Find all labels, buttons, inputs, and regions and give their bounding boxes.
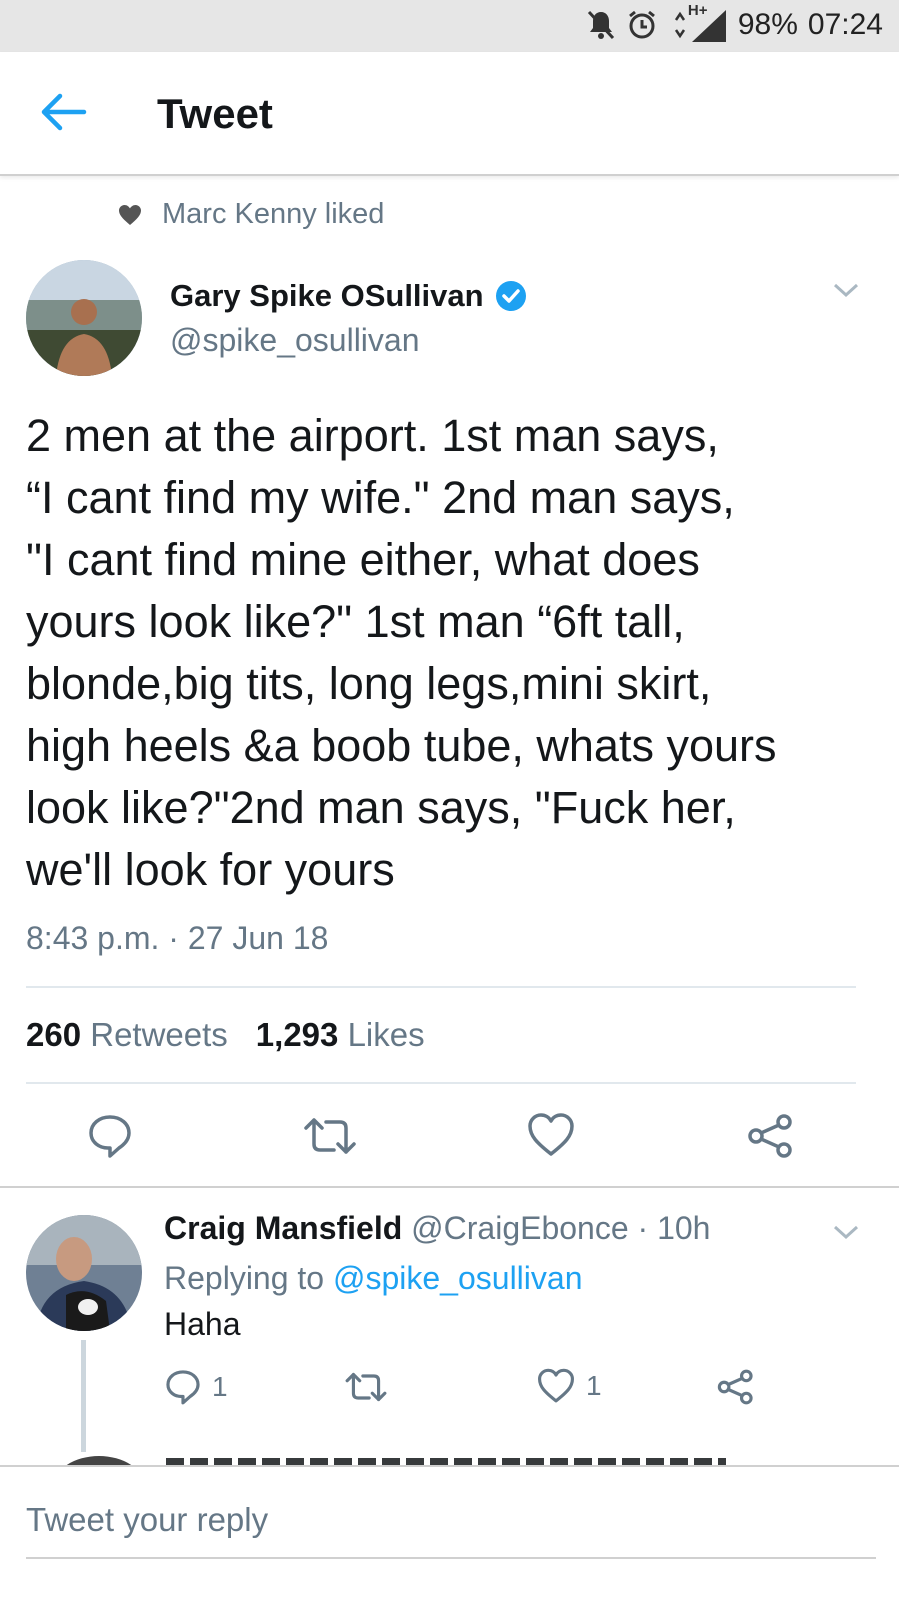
reply-header[interactable]: Craig Mansfield @CraigEbonce · 10h [164,1210,710,1247]
reply-like-button[interactable]: 1 [536,1368,602,1404]
back-button[interactable] [40,92,88,132]
status-icons: H+ 98% 07:24 [586,2,883,42]
chevron-down-icon [833,283,859,298]
clock: 07:24 [807,8,883,41]
reply-time: · 10h [637,1210,711,1246]
reply-icon [166,1370,200,1405]
retweet-button[interactable] [302,1112,362,1162]
replying-to: Replying to @spike_osullivan [164,1260,582,1297]
reply-icon [89,1115,131,1158]
tweet-timestamp: 8:43 p.m. · 27 Jun 18 [26,920,329,956]
social-context: Marc Kenny liked [118,198,384,231]
reply-share-button[interactable] [716,1368,756,1406]
reply-retweet-button[interactable] [344,1368,388,1406]
next-reply-peek [26,1452,886,1466]
reply-composer: Tweet your reply [0,1465,899,1601]
tweet-menu-button[interactable] [832,280,860,305]
reply-avatar[interactable] [26,1215,142,1331]
like-icon [538,1368,574,1403]
author-name: Gary Spike OSullivan [170,278,484,313]
app-bar: Tweet [0,52,899,176]
social-context-text: Marc Kenny liked [162,198,385,230]
replying-prefix: Replying to [164,1260,325,1296]
section-separator [0,1186,899,1188]
like-icon [528,1113,574,1156]
silent-icon [586,9,616,41]
reply-button[interactable] [86,1112,146,1162]
tweet-text: 2 men at the airport. 1st man says, “I c… [26,410,777,895]
retweets-label: Retweets [90,1016,228,1053]
share-button[interactable] [746,1112,806,1162]
composer-underline [26,1557,876,1559]
share-icon [748,1114,792,1158]
chevron-down-icon [833,1225,859,1240]
divider [26,1082,856,1084]
back-arrow-icon [41,93,87,131]
reply-author-name: Craig Mansfield [164,1210,403,1246]
likes-stat[interactable]: 1,293 Likes [256,1016,425,1054]
thread-line [81,1340,86,1452]
network-type: H+ [687,2,708,19]
retweets-count: 260 [26,1016,82,1053]
share-icon [717,1369,753,1405]
author-name-row[interactable]: Gary Spike OSullivan [170,278,528,314]
page-title: Tweet [157,90,273,137]
reply-menu-button[interactable] [832,1222,860,1247]
verified-icon [495,281,526,311]
reply-like-count: 1 [586,1370,602,1401]
retweet-icon [304,1118,356,1154]
retweet-icon [345,1372,387,1402]
author-handle[interactable]: @spike_osullivan [170,322,420,359]
reply-reply-button[interactable]: 1 [164,1368,228,1406]
battery-level: 98% [737,8,798,41]
retweets-stat[interactable]: 260 Retweets [26,1016,228,1054]
tweet-stats: 260 Retweets 1,293 Likes [26,1016,425,1054]
status-bar: H+ 98% 07:24 [0,0,899,52]
replying-to-handle[interactable]: @spike_osullivan [333,1260,583,1296]
likes-count: 1,293 [255,1016,339,1053]
author-avatar[interactable] [26,260,142,376]
likes-label: Likes [347,1016,425,1053]
divider [26,986,856,988]
alarm-icon [626,9,658,41]
signal-icon: H+ [668,2,728,42]
reply-text: Haha [164,1306,241,1342]
reply-author-handle: @CraigEbonce [411,1210,629,1246]
heart-icon [119,204,141,225]
reply-reply-count: 1 [212,1371,228,1402]
like-button[interactable] [526,1112,586,1162]
reply-input[interactable]: Tweet your reply [26,1501,268,1539]
